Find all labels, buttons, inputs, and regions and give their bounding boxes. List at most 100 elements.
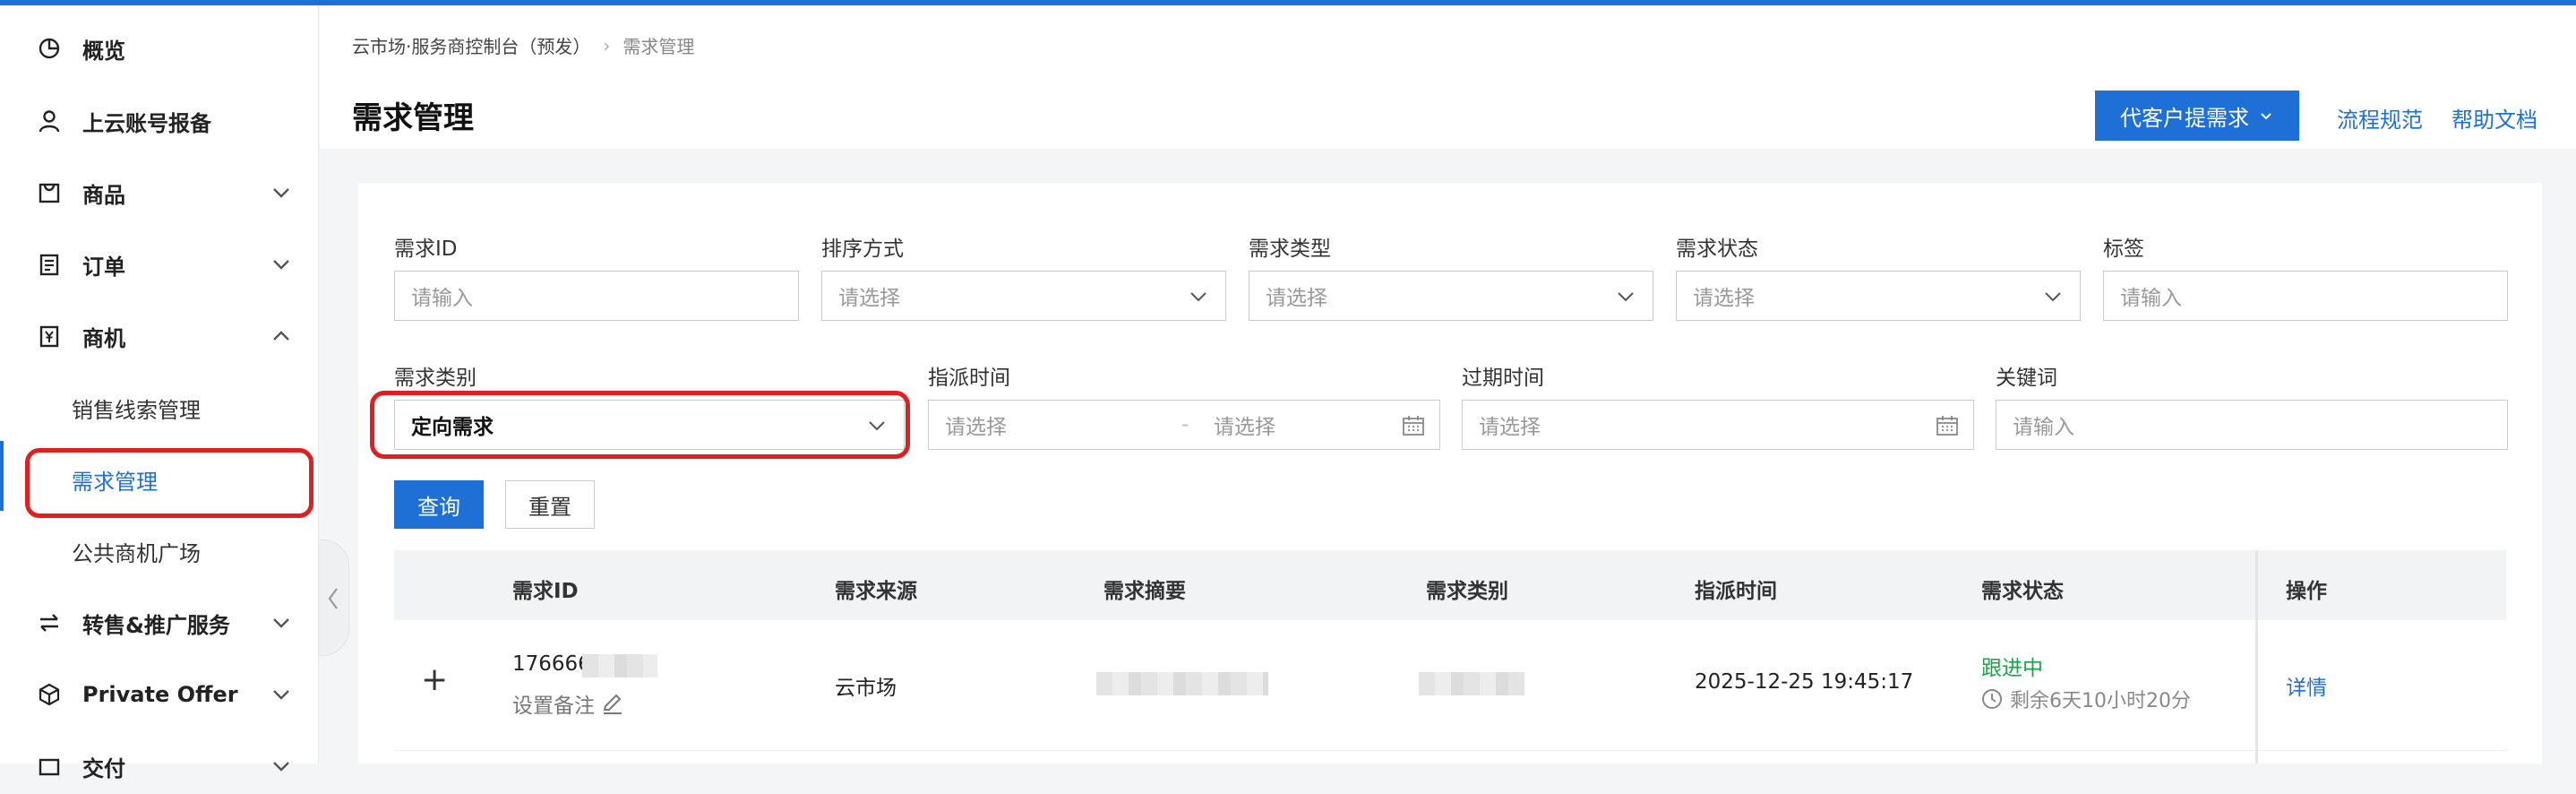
clock-icon bbox=[1982, 689, 2002, 709]
sidebar-collapse-handle[interactable] bbox=[319, 539, 349, 656]
filter-label-sort: 排序方式 bbox=[821, 237, 904, 261]
sidebar-item-delivery[interactable]: 交付 bbox=[0, 738, 319, 794]
calendar-icon bbox=[1936, 416, 1958, 436]
sidebar-item-label: 订单 bbox=[82, 254, 125, 280]
sidebar-item-label: 商品 bbox=[82, 182, 125, 208]
sidebar-item-opportunities[interactable]: 商机 bbox=[0, 308, 319, 364]
row-expand-button[interactable]: + bbox=[421, 661, 448, 698]
fixed-column-divider bbox=[2255, 550, 2258, 764]
chevron-down-icon bbox=[2261, 113, 2271, 120]
demand-type-select[interactable]: 请选择 bbox=[1249, 271, 1653, 321]
filter-label-category: 需求类别 bbox=[394, 367, 477, 390]
submit-demand-for-customer-button[interactable]: 代客户提需求 bbox=[2095, 91, 2299, 141]
chevron-up-icon[interactable] bbox=[269, 324, 294, 349]
breadcrumb-current: 需求管理 bbox=[623, 36, 695, 57]
demand-status-select[interactable]: 请选择 bbox=[1676, 271, 2081, 321]
detail-link[interactable]: 详情 bbox=[2286, 670, 2327, 701]
assign-time-range-picker[interactable]: 请选择 - 请选择 bbox=[928, 400, 1440, 450]
shopping-bag-icon bbox=[36, 179, 63, 206]
sidebar-item-label: Private Offer bbox=[82, 682, 238, 707]
chevron-right-icon: › bbox=[603, 34, 611, 56]
reset-button[interactable]: 重置 bbox=[505, 480, 595, 529]
sidebar-item-label: 概览 bbox=[82, 38, 125, 64]
order-list-icon bbox=[36, 251, 63, 278]
sidebar-item-overview[interactable]: 概览 bbox=[0, 21, 319, 76]
calendar-icon bbox=[1403, 416, 1424, 436]
filter-label-assign-time: 指派时间 bbox=[928, 367, 1010, 390]
sidebar-subitem-sales-leads[interactable]: 销售线索管理 bbox=[0, 380, 319, 436]
demand-source-value: 云市场 bbox=[835, 677, 897, 700]
sidebar-subitem-public-opportunity-square[interactable]: 公共商机广场 bbox=[0, 523, 319, 579]
status-badge: 跟进中 bbox=[1981, 657, 2043, 680]
chevron-down-icon[interactable] bbox=[269, 682, 294, 707]
sidebar-item-orders[interactable]: 订单 bbox=[0, 237, 319, 292]
remark-label: 设置备注 bbox=[512, 695, 595, 718]
chevron-down-icon[interactable] bbox=[269, 754, 294, 779]
filter-label-type: 需求类型 bbox=[1249, 237, 1331, 261]
chevron-down-icon bbox=[1190, 292, 1206, 302]
range-end[interactable]: 请选择 bbox=[1214, 410, 1275, 440]
keyword-input[interactable]: 请输入 bbox=[1996, 400, 2508, 450]
filter-label-tag: 标签 bbox=[2103, 237, 2144, 261]
sidebar-item-products[interactable]: 商品 bbox=[0, 165, 319, 220]
assign-time-value: 2025-12-25 19:45:17 bbox=[1695, 670, 1914, 694]
help-docs-link[interactable]: 帮助文档 bbox=[2451, 102, 2537, 134]
input-placeholder: 请输入 bbox=[2120, 287, 2182, 310]
sidebar-item-private-offer[interactable]: Private Offer bbox=[0, 667, 319, 722]
highlight-annotation-box bbox=[25, 448, 313, 518]
page-header: 云市场·服务商控制台（预发） › 需求管理 需求管理 代客户提需求 流程规范 帮… bbox=[320, 5, 2576, 149]
demand-id-value: 176666 bbox=[512, 652, 591, 676]
sidebar: 概览 上云账号报备 商品 订单 商机 销售线索管理 需求管理 公共商机广场 转售… bbox=[0, 5, 319, 781]
set-remark-button[interactable]: 设置备注 bbox=[512, 688, 625, 719]
table-header: 需求ID 需求来源 需求摘要 需求类别 指派时间 需求状态 操作 bbox=[394, 550, 2506, 620]
breadcrumb-root[interactable]: 云市场·服务商控制台（预发） bbox=[352, 32, 590, 58]
column-header: 指派时间 bbox=[1695, 580, 1777, 603]
chevron-down-icon[interactable] bbox=[269, 610, 294, 635]
chevron-down-icon bbox=[2045, 292, 2061, 302]
sort-select[interactable]: 请选择 bbox=[821, 271, 1226, 321]
chevron-down-icon bbox=[1618, 292, 1634, 302]
process-spec-link[interactable]: 流程规范 bbox=[2337, 102, 2423, 134]
redacted-block bbox=[582, 654, 657, 677]
sidebar-subitem-label: 销售线索管理 bbox=[72, 397, 201, 423]
button-label: 代客户提需求 bbox=[2120, 105, 2249, 131]
range-start[interactable]: 请选择 bbox=[945, 410, 1007, 440]
demand-id-input[interactable]: 请输入 bbox=[394, 271, 799, 321]
tag-input[interactable]: 请输入 bbox=[2103, 271, 2508, 321]
sidebar-subitem-label: 公共商机广场 bbox=[72, 540, 201, 566]
input-placeholder: 请输入 bbox=[411, 287, 473, 310]
filter-label-demand-id: 需求ID bbox=[394, 237, 458, 261]
chevron-down-icon[interactable] bbox=[269, 180, 294, 205]
select-placeholder: 请选择 bbox=[1266, 287, 1327, 310]
pie-chart-icon bbox=[36, 35, 63, 62]
exchange-icon bbox=[36, 609, 63, 636]
delivery-icon bbox=[36, 753, 63, 780]
yen-tag-icon bbox=[36, 323, 63, 350]
chevron-down-icon[interactable] bbox=[269, 252, 294, 277]
redacted-summary bbox=[1096, 672, 1268, 695]
column-header: 需求状态 bbox=[1981, 580, 2064, 603]
filter-label-expire-time: 过期时间 bbox=[1462, 367, 1544, 390]
highlight-annotation-box bbox=[370, 391, 910, 459]
user-icon bbox=[36, 108, 63, 134]
select-placeholder: 请选择 bbox=[838, 287, 900, 310]
sidebar-item-account-report[interactable]: 上云账号报备 bbox=[0, 93, 319, 149]
chevron-left-icon bbox=[328, 588, 338, 609]
filter-label-keyword: 关键词 bbox=[1996, 367, 2057, 390]
expire-time-picker[interactable]: 请选择 bbox=[1462, 400, 1974, 450]
column-header: 需求来源 bbox=[835, 580, 917, 603]
query-button[interactable]: 查询 bbox=[394, 480, 484, 529]
input-placeholder: 请选择 bbox=[1479, 416, 1541, 439]
column-header: 操作 bbox=[2286, 580, 2327, 603]
column-header: 需求摘要 bbox=[1103, 580, 1186, 603]
column-header: 需求类别 bbox=[1426, 580, 1508, 603]
sidebar-item-label: 商机 bbox=[82, 325, 125, 351]
input-placeholder: 请输入 bbox=[2013, 416, 2074, 439]
sidebar-item-resale-promotion[interactable]: 转售&推广服务 bbox=[0, 595, 319, 651]
redacted-category bbox=[1419, 672, 1524, 695]
column-header: 需求ID bbox=[512, 580, 579, 603]
sidebar-item-label: 上云账号报备 bbox=[82, 110, 211, 136]
sidebar-item-label: 转售&推广服务 bbox=[82, 612, 230, 638]
select-placeholder: 请选择 bbox=[1693, 287, 1755, 310]
remaining-time: 剩余6天10小时20分 bbox=[1981, 685, 2191, 713]
